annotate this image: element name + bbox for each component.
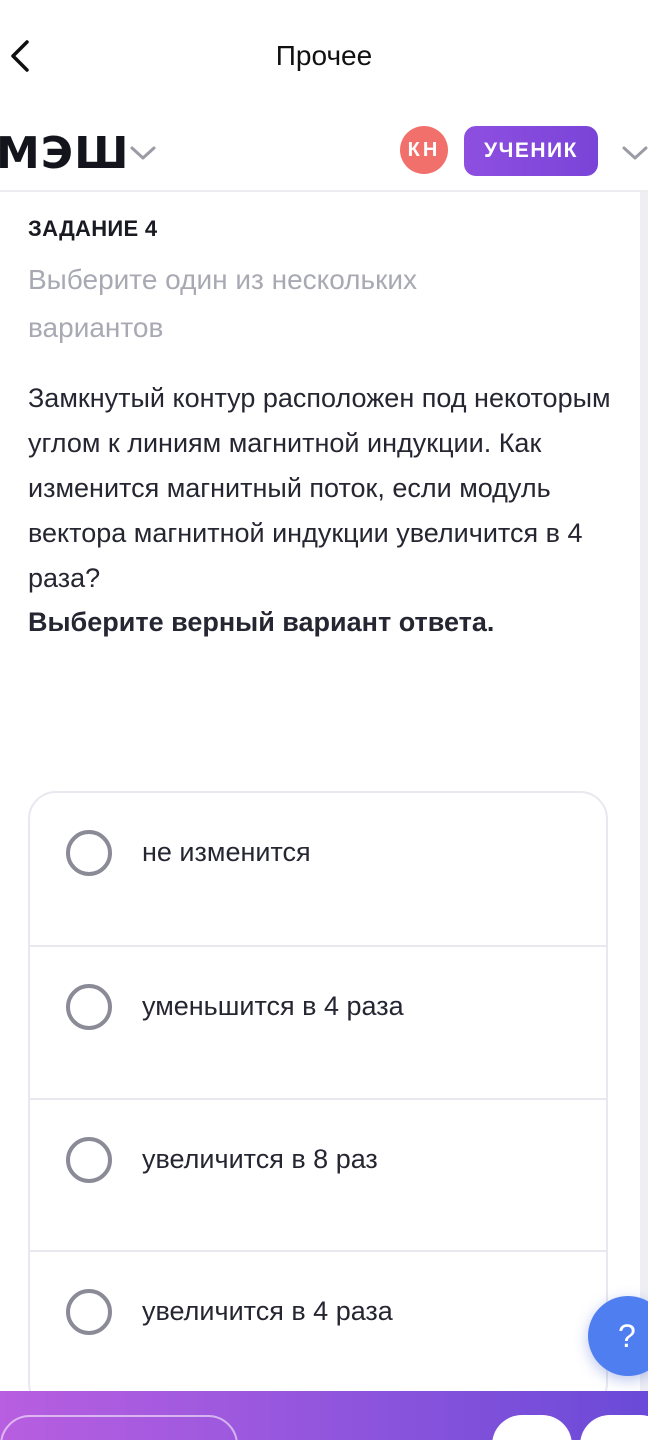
avatar[interactable]: КН <box>400 126 448 174</box>
question-text: Замкнутый контур расположен под некоторы… <box>28 383 611 593</box>
page-title: Прочее <box>275 40 373 71</box>
question-emphasis: Выберите верный вариант ответа. <box>28 607 495 637</box>
answer-options: не изменится уменьшится в 4 раза увеличи… <box>28 791 608 1411</box>
bottom-secondary-button[interactable] <box>0 1415 238 1440</box>
question-mark-icon: ? <box>618 1317 636 1354</box>
scrollbar-track[interactable] <box>640 192 648 1392</box>
bottom-action-button[interactable] <box>580 1415 648 1440</box>
role-badge[interactable]: УЧЕНИК <box>464 126 598 176</box>
option-1[interactable]: не изменится <box>30 793 606 946</box>
chevron-down-icon[interactable] <box>618 138 648 168</box>
option-label: уменьшится в 4 раза <box>142 991 404 1021</box>
option-label: увеличится в 8 раз <box>142 1144 378 1174</box>
chevron-down-icon[interactable] <box>126 138 160 168</box>
bottom-action-button[interactable] <box>492 1415 572 1440</box>
app-header: МЭШ КН УЧЕНИК <box>0 110 648 192</box>
radio-button[interactable] <box>66 1289 112 1335</box>
app-logo[interactable]: МЭШ <box>0 128 129 179</box>
option-3[interactable]: увеличится в 8 раз <box>30 1100 606 1253</box>
bottom-action-bar <box>0 1391 648 1440</box>
option-4[interactable]: увеличится в 4 раза <box>30 1252 606 1405</box>
radio-button[interactable] <box>66 984 112 1030</box>
option-2[interactable]: уменьшится в 4 раза <box>30 947 606 1100</box>
top-nav-bar: Прочее <box>0 0 648 110</box>
task-instruction: Выберите один из нескольких вариантов <box>28 264 417 343</box>
option-label: не изменится <box>142 837 311 867</box>
radio-button[interactable] <box>66 830 112 876</box>
page: Прочее МЭШ КН УЧЕНИК ЗАДАНИЕ 4 Выберите … <box>0 0 648 1440</box>
task-label: ЗАДАНИЕ 4 <box>28 216 158 241</box>
radio-button[interactable] <box>66 1137 112 1183</box>
option-label: увеличится в 4 раза <box>142 1296 393 1326</box>
